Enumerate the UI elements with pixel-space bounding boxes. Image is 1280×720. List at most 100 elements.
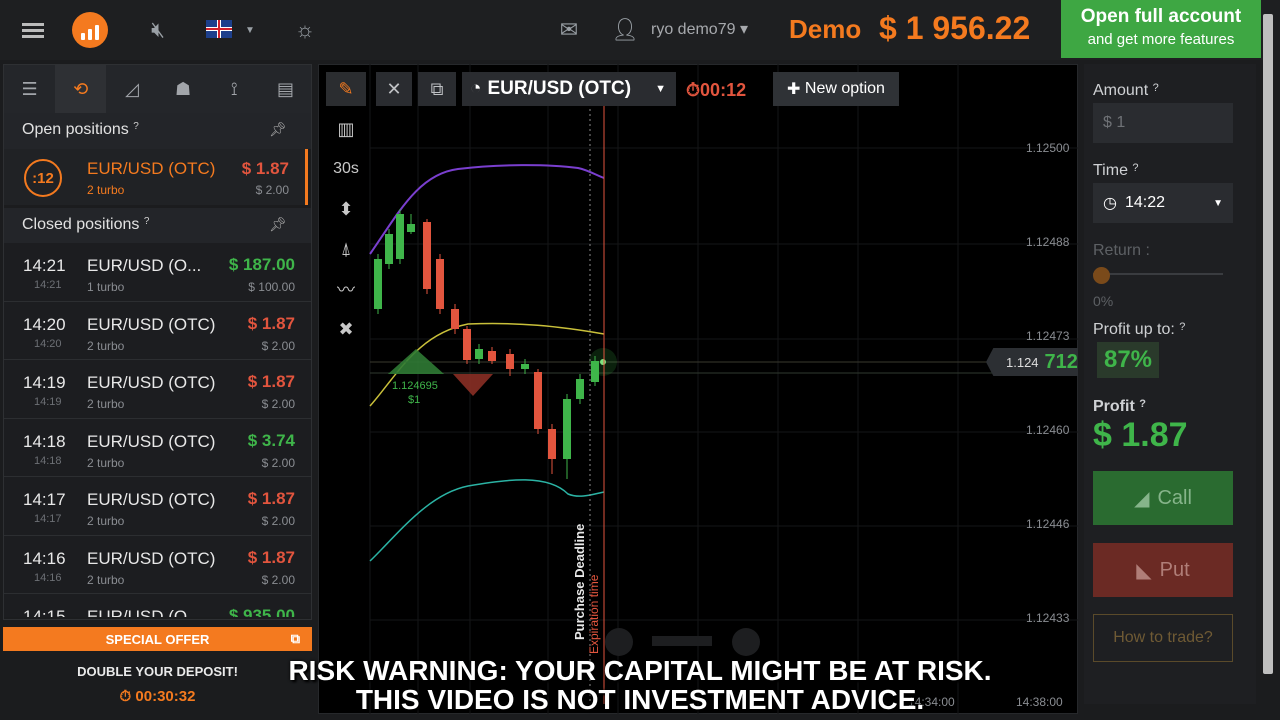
close-icon[interactable]: ✖	[326, 312, 366, 346]
help-icon[interactable]: ?	[144, 216, 150, 227]
new-option-button[interactable]: ✚ New option	[773, 72, 899, 106]
zoom-in-icon[interactable]	[732, 628, 760, 656]
trade-panel: Amount ? $ 1 Time ? ◷ 14:22 ▼ Return : 0…	[1084, 64, 1256, 704]
price-chart[interactable]: 1.124695 $1 Purchase Deadline Expiration ti…	[318, 64, 1078, 714]
open-position-row[interactable]: :12 EUR/USD (OTC) 2 turbo $ 1.87 $ 2.00	[4, 149, 308, 205]
logo[interactable]	[72, 12, 108, 48]
closed-position-row[interactable]: 14:15 EUR/USD (O... $ 935.00	[4, 594, 311, 617]
zoom-out-icon[interactable]	[605, 628, 633, 656]
closed-stake: $ 2.00	[261, 338, 295, 353]
closed-position-row[interactable]: 14:17 14:17 EUR/USD (OTC) 2 turbo $ 1.87 $ 2.…	[4, 477, 311, 536]
list-icon[interactable]: ☰	[4, 65, 55, 113]
chevron-down-icon: ▼	[1213, 197, 1223, 209]
help-icon[interactable]: ?	[1132, 162, 1138, 174]
closed-positions-title: Closed positions	[22, 216, 140, 233]
current-price-suffix: 712	[1044, 350, 1078, 373]
help-icon[interactable]: ?	[133, 121, 139, 132]
zoom-slider[interactable]	[652, 636, 712, 646]
price-axis-label: 1.12446	[1026, 517, 1070, 531]
help-icon[interactable]: ?	[1139, 398, 1146, 410]
users-icon[interactable]: ☗	[158, 65, 209, 113]
closed-amount: $ 187.00	[228, 255, 295, 274]
purchase-deadline-label: Purchase Deadline	[572, 524, 587, 640]
closed-position-row[interactable]: 14:18 14:18 EUR/USD (OTC) 2 turbo $ 3.74 $ 2.…	[4, 418, 311, 477]
current-price-tag: 1.124 712	[986, 348, 1078, 376]
uk-flag-icon[interactable]	[206, 20, 232, 38]
closed-sub: 2 turbo	[87, 455, 125, 470]
return-slider[interactable]	[1093, 273, 1223, 275]
external-link-icon[interactable]: ⧉	[291, 631, 300, 647]
pin-icon[interactable]: 📌︎	[269, 216, 287, 233]
price-axis-label: 1.12500	[1026, 141, 1070, 155]
lightbulb-icon[interactable]: ☼	[292, 14, 318, 46]
call-button[interactable]: ◢ Call	[1093, 471, 1233, 525]
closed-positions-list[interactable]: 14:21 14:21 EUR/USD (O... 1 turbo $ 187.00 $ …	[4, 243, 311, 617]
open-account-title: Open full account	[1080, 6, 1242, 27]
candle-body	[374, 259, 382, 309]
news-icon[interactable]: ▤	[260, 65, 311, 113]
history-icon[interactable]: ⟲	[55, 65, 107, 113]
closed-time: 14:15	[23, 607, 66, 617]
username[interactable]: ryo demo79 ▾	[651, 19, 748, 39]
amount-input[interactable]: $ 1	[1093, 103, 1233, 143]
chart-icon[interactable]: ◿	[106, 65, 157, 113]
amount-label-text: Amount	[1093, 82, 1149, 99]
amount-label: Amount ?	[1093, 82, 1159, 100]
interval-button[interactable]: 30s	[326, 152, 366, 186]
candles-icon[interactable]: ▥	[326, 112, 366, 146]
mute-icon[interactable]: 🔇︎	[140, 14, 176, 46]
closed-position-row[interactable]: 14:21 14:21 EUR/USD (O... 1 turbo $ 187.00 $ …	[4, 243, 311, 302]
closed-position-row[interactable]: 14:20 14:20 EUR/USD (OTC) 2 turbo $ 1.87 $ 2.…	[4, 301, 311, 360]
special-offer-banner[interactable]: SPECIAL OFFER ⧉	[3, 627, 312, 651]
open-account-subtitle: and get more features	[1087, 31, 1235, 48]
menu-icon[interactable]	[18, 14, 48, 46]
asset-selector[interactable]: ◔ EUR/USD (OTC) ▼	[462, 72, 676, 106]
closed-time: 14:21	[23, 256, 66, 275]
return-slider-handle[interactable]	[1093, 267, 1110, 284]
clock-icon: ◷	[1103, 195, 1117, 212]
expiry-countdown-value: 00:12	[700, 80, 747, 100]
time-select[interactable]: ◷ 14:22 ▼	[1093, 183, 1233, 223]
chevron-down-icon: ▼	[655, 83, 666, 95]
position-amount: $ 1.87	[241, 159, 289, 178]
scale-icon[interactable]: ⬍	[326, 192, 366, 226]
pencil-icon[interactable]: ✎	[326, 72, 366, 106]
risk-warning-line2: THIS VIDEO IS NOT INVESTMENT ADVICE.	[355, 684, 925, 715]
trend-icon[interactable]: 〰	[326, 272, 366, 306]
chart-toolbar: ✎ ▥ 30s ⬍ ⍋ 〰 ✖	[326, 70, 366, 370]
profit-up-label-text: Profit up to:	[1093, 321, 1175, 338]
closed-sub: 1 turbo	[87, 280, 125, 294]
how-to-trade-button[interactable]: How to trade?	[1093, 614, 1233, 662]
candle-body	[534, 372, 542, 429]
candle-body	[407, 224, 415, 232]
closed-time: 14:19	[23, 373, 66, 392]
position-asset: EUR/USD (OTC)	[87, 159, 216, 178]
help-icon[interactable]: ?	[1153, 82, 1159, 94]
special-offer-label: SPECIAL OFFER	[105, 632, 210, 647]
candle-body	[396, 214, 404, 259]
closed-asset: EUR/USD (O...	[87, 256, 202, 275]
position-stake: $ 2.00	[255, 183, 289, 197]
time-label: Time ?	[1093, 162, 1139, 180]
user-icon[interactable]: 👤︎	[611, 14, 639, 46]
closed-sub: 2 turbo	[87, 338, 125, 353]
open-full-account-button[interactable]: Open full account and get more features	[1061, 0, 1261, 58]
page-scrollbar[interactable]	[1263, 14, 1273, 674]
signal-icon[interactable]: ⟟	[209, 65, 260, 113]
close-tab-icon[interactable]: ✕	[376, 72, 412, 106]
closed-position-row[interactable]: 14:19 14:19 EUR/USD (OTC) 2 turbo $ 1.87 $ 2.…	[4, 360, 311, 419]
profit-percent: 87%	[1097, 342, 1159, 378]
closed-position-row[interactable]: 14:16 14:16 EUR/USD (OTC) 2 turbo $ 1.87 $ 2.…	[4, 535, 311, 594]
put-button[interactable]: ◣ Put	[1093, 543, 1233, 597]
chevron-down-icon[interactable]: ▼	[244, 14, 256, 46]
help-icon[interactable]: ?	[1179, 321, 1185, 333]
position-timer: :12	[24, 159, 62, 197]
closed-amount: $ 1.87	[247, 547, 295, 567]
indicator-icon[interactable]: ⍋	[326, 232, 366, 266]
copy-icon[interactable]: ⧉	[418, 72, 456, 106]
closed-time: 14:17	[23, 490, 66, 509]
pin-icon[interactable]: 📌︎	[269, 121, 287, 138]
closed-time-small: 14:17	[34, 513, 62, 525]
mail-icon[interactable]: ✉	[556, 14, 582, 46]
expiry-countdown: ⏱00:12	[686, 80, 747, 100]
